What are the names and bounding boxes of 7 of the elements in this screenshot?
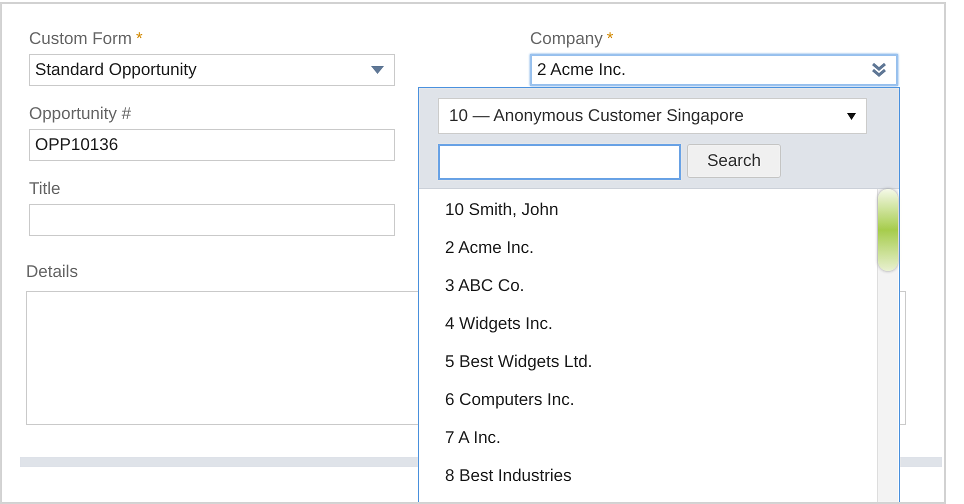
field-label: Details [26, 262, 78, 282]
field-label: Custom Form [29, 29, 132, 49]
field-label: Company [530, 29, 603, 49]
field-label: Title [29, 179, 60, 199]
required-mark: * [606, 29, 614, 49]
field-label: Opportunity # [29, 104, 132, 124]
required-mark: * [136, 29, 143, 49]
